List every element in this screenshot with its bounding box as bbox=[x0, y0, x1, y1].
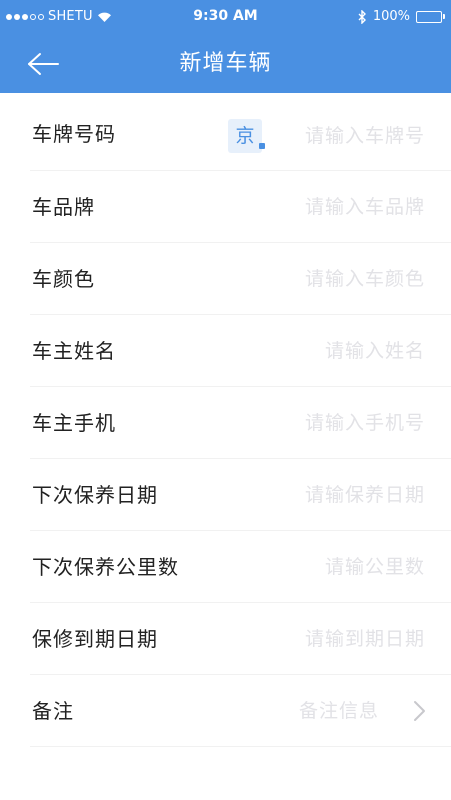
form-row-warranty-expiry: 保修到期日期 bbox=[30, 603, 451, 675]
page-title: 新增车辆 bbox=[179, 51, 272, 76]
next-service-date-label: 下次保养日期 bbox=[32, 483, 158, 507]
chevron-right-icon[interactable] bbox=[409, 699, 429, 723]
form-row-remark[interactable]: 备注 bbox=[30, 675, 451, 747]
nav-bar: 新增车辆 bbox=[0, 33, 451, 93]
form-row-brand: 车品牌 bbox=[30, 171, 451, 243]
vehicle-form: 车牌号码 京 车品牌 车颜色 车主姓名 车主手机 下次保养日期 bbox=[0, 93, 451, 747]
add-vehicle-screen: SHETU 9:30 AM 100% 新增车辆 车牌号码 京 请输入车牌号 车品… bbox=[0, 0, 451, 800]
status-right: 100% bbox=[358, 0, 445, 33]
plate-province-value: 京 bbox=[235, 125, 255, 147]
battery-icon bbox=[416, 10, 445, 23]
next-service-date-input[interactable] bbox=[265, 459, 425, 530]
form-row-plate: 车牌号码 京 bbox=[30, 93, 451, 171]
brand-input[interactable] bbox=[265, 171, 425, 242]
form-row-next-service-mileage: 下次保养公里数 bbox=[30, 531, 451, 603]
warranty-expiry-label: 保修到期日期 bbox=[32, 627, 158, 651]
next-service-mileage-input[interactable] bbox=[265, 531, 425, 602]
owner-name-input[interactable] bbox=[265, 315, 425, 386]
owner-phone-input[interactable] bbox=[265, 387, 425, 458]
header: SHETU 9:30 AM 100% 新增车辆 bbox=[0, 0, 451, 93]
owner-name-label: 车主姓名 bbox=[32, 339, 116, 363]
form-row-next-service-date: 下次保养日期 bbox=[30, 459, 451, 531]
plate-province-selector[interactable]: 京 bbox=[228, 119, 265, 153]
color-label: 车颜色 bbox=[32, 267, 95, 291]
plate-number-input[interactable] bbox=[265, 93, 425, 170]
color-input[interactable] bbox=[265, 243, 425, 314]
next-service-mileage-label: 下次保养公里数 bbox=[32, 555, 179, 579]
owner-phone-label: 车主手机 bbox=[32, 411, 116, 435]
form-row-owner-name: 车主姓名 bbox=[30, 315, 451, 387]
brand-label: 车品牌 bbox=[32, 195, 95, 219]
remark-input[interactable] bbox=[259, 675, 379, 746]
form-row-color: 车颜色 bbox=[30, 243, 451, 315]
status-bar: SHETU 9:30 AM 100% bbox=[0, 0, 451, 33]
warranty-expiry-input[interactable] bbox=[265, 603, 425, 674]
remark-label: 备注 bbox=[32, 699, 74, 723]
battery-percent: 100% bbox=[372, 9, 410, 24]
form-row-owner-phone: 车主手机 bbox=[30, 387, 451, 459]
plate-label: 车牌号码 bbox=[32, 122, 116, 146]
bluetooth-icon bbox=[358, 9, 367, 24]
